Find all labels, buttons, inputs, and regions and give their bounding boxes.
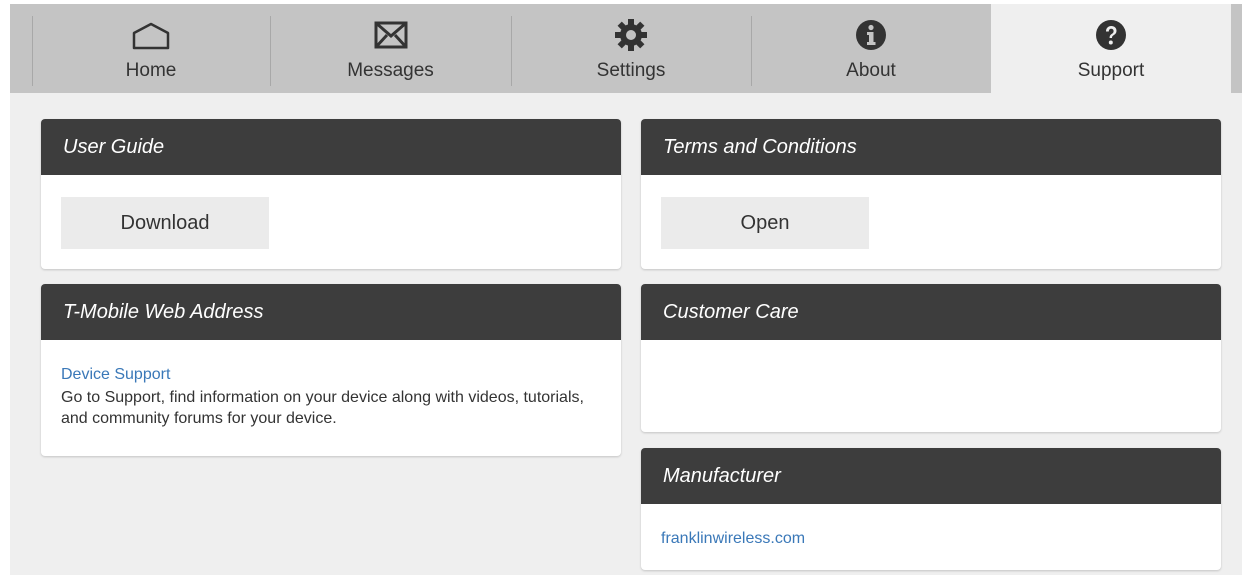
manufacturer-link[interactable]: franklinwireless.com xyxy=(661,530,805,548)
tab-about-label: About xyxy=(846,60,896,81)
web-address-title: T-Mobile Web Address xyxy=(41,284,621,340)
tab-support[interactable]: Support xyxy=(991,4,1231,93)
tab-support-label: Support xyxy=(1077,60,1145,81)
terms-title: Terms and Conditions xyxy=(641,119,1221,175)
user-guide-title: User Guide xyxy=(41,119,621,175)
open-terms-button[interactable]: Open xyxy=(661,197,869,249)
home-icon xyxy=(131,17,171,53)
web-address-card: T-Mobile Web Address Device Support Go t… xyxy=(41,284,621,456)
tab-home[interactable]: Home xyxy=(33,4,269,93)
tab-about[interactable]: About xyxy=(752,4,990,93)
download-button[interactable]: Download xyxy=(61,197,269,249)
tab-settings-label: Settings xyxy=(596,60,666,81)
tab-messages[interactable]: Messages xyxy=(271,4,510,93)
top-nav: Home Messages Settings About Support xyxy=(10,4,1242,93)
manufacturer-title: Manufacturer xyxy=(641,448,1221,504)
web-address-description: Go to Support, find information on your … xyxy=(61,389,584,427)
info-icon xyxy=(851,17,891,53)
terms-card: Terms and Conditions Open xyxy=(641,119,1221,269)
device-support-link[interactable]: Device Support xyxy=(61,366,170,384)
tab-messages-label: Messages xyxy=(347,60,434,81)
app-shell: Home Messages Settings About Support Use… xyxy=(10,4,1242,575)
tab-settings[interactable]: Settings xyxy=(512,4,750,93)
question-icon xyxy=(1091,17,1131,53)
envelope-icon xyxy=(371,17,411,53)
gear-icon xyxy=(611,17,651,53)
customer-care-title: Customer Care xyxy=(641,284,1221,340)
customer-care-card: Customer Care xyxy=(641,284,1221,432)
manufacturer-card: Manufacturer franklinwireless.com xyxy=(641,448,1221,570)
user-guide-card: User Guide Download xyxy=(41,119,621,269)
tab-home-label: Home xyxy=(125,60,177,81)
